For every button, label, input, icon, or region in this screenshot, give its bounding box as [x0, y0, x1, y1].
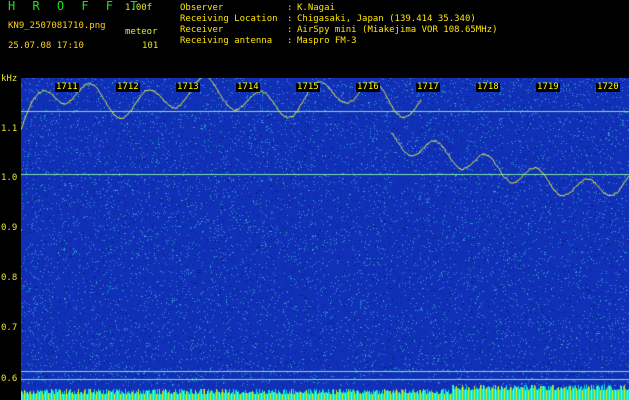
y-axis-unit: kHz [1, 74, 18, 84]
y-tick-label: 0.9 [1, 223, 18, 233]
time-label-1720: 1720 [596, 82, 620, 92]
info-labels: Observer Receiving Location Receiver Rec… [180, 3, 278, 69]
info-label-receiver: Receiver [180, 25, 224, 35]
version-label: 1.00f [125, 3, 153, 13]
time-label-1712: 1712 [116, 82, 140, 92]
y-tick-label: 0.6 [1, 374, 18, 384]
header-panel: H R O F F T 1.00f KN9_2507081710.png met… [0, 0, 629, 72]
time-label-1715: 1715 [296, 82, 320, 92]
info-value-location: Chigasaki, Japan (139.414 35.340) [297, 14, 476, 24]
info-separator: : [287, 25, 293, 35]
spectrogram-canvas [21, 78, 629, 400]
info-separator: : [287, 3, 293, 13]
y-tick-label: 1.0 [1, 173, 18, 183]
y-tick-label: 0.8 [1, 273, 18, 283]
mode-label: meteor [125, 27, 158, 37]
filename-label: KN9_2507081710.png [8, 21, 106, 31]
time-label-1711: 1711 [55, 82, 79, 92]
info-label-location: Receiving Location [180, 14, 278, 24]
app-title: H R O F F T [8, 0, 143, 13]
datetime-label: 25.07.08 17:10 [8, 41, 84, 51]
time-label-1718: 1718 [476, 82, 500, 92]
info-values: K.Nagai Chigasaki, Japan (139.414 35.340… [297, 3, 497, 69]
count-label: 101 [142, 41, 159, 51]
info-value-receiver: AirSpy mini (Miakejima VOR 108.65MHz) [297, 25, 498, 35]
y-tick-label: 0.7 [1, 323, 18, 333]
spectrogram [21, 78, 629, 400]
info-value-observer: K.Nagai [297, 3, 335, 13]
time-label-1714: 1714 [236, 82, 260, 92]
time-label-1716: 1716 [356, 82, 380, 92]
info-value-antenna: Maspro FM-3 [297, 36, 357, 46]
info-separator: : [287, 36, 293, 46]
time-label-1717: 1717 [416, 82, 440, 92]
info-label-antenna: Receiving antenna [180, 36, 273, 46]
info-label-observer: Observer [180, 3, 224, 13]
time-label-1713: 1713 [176, 82, 200, 92]
info-separator: : [287, 14, 293, 24]
y-tick-label: 1.1 [1, 124, 18, 134]
time-label-1719: 1719 [536, 82, 560, 92]
y-axis: kHz 1.1 1.0 0.9 0.8 0.7 0.6 [0, 72, 21, 400]
